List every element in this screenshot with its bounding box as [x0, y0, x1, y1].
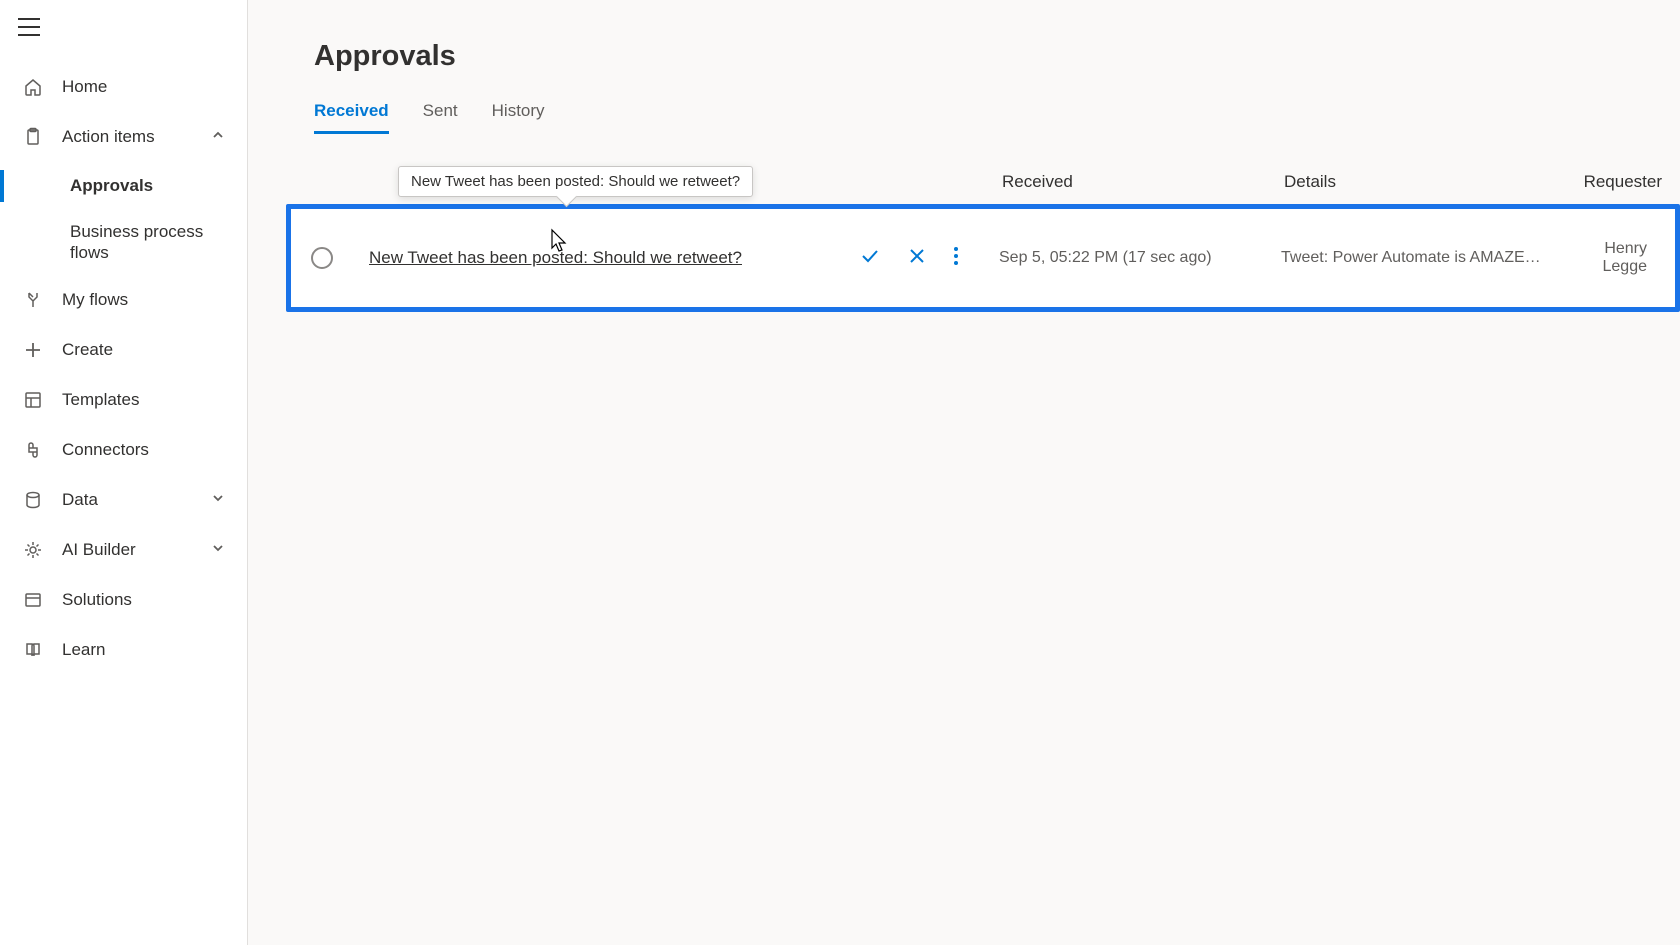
- tab-received[interactable]: Received: [314, 101, 389, 134]
- reject-icon[interactable]: [907, 246, 927, 271]
- sidebar-item-label: Data: [62, 490, 98, 510]
- main-content: Approvals Received Sent History RequestR…: [248, 0, 1680, 945]
- row-select-radio[interactable]: [311, 247, 333, 269]
- hamburger-icon: [18, 18, 40, 36]
- approval-title-link[interactable]: New Tweet has been posted: Should we ret…: [369, 248, 742, 268]
- chevron-down-icon: [211, 490, 225, 510]
- sidebar-item-ai-builder[interactable]: AI Builder: [0, 525, 247, 575]
- sidebar-item-label: Home: [62, 77, 107, 97]
- table-row[interactable]: New Tweet has been posted: Should we ret…: [291, 209, 1675, 307]
- sidebar-item-learn[interactable]: Learn: [0, 625, 247, 675]
- column-header-details[interactable]: Details: [1284, 172, 1562, 192]
- sidebar-item-my-flows[interactable]: My flows: [0, 275, 247, 325]
- clipboard-icon: [22, 126, 44, 148]
- sidebar-item-templates[interactable]: Templates: [0, 375, 247, 425]
- approvals-table: RequestRe Received Details Requester New…: [248, 172, 1680, 312]
- sidebar-item-action-items[interactable]: Action items: [0, 112, 247, 162]
- sidebar-item-label: Action items: [62, 127, 155, 147]
- sidebar: Home Action items Approvals Business pro…: [0, 0, 248, 945]
- database-icon: [22, 489, 44, 511]
- sidebar-item-connectors[interactable]: Connectors: [0, 425, 247, 475]
- sidebar-item-label: My flows: [62, 290, 128, 310]
- more-actions-icon[interactable]: [953, 245, 959, 272]
- sidebar-item-data[interactable]: Data: [0, 475, 247, 525]
- sidebar-item-create[interactable]: Create: [0, 325, 247, 375]
- flow-icon: [22, 289, 44, 311]
- sidebar-item-label: Create: [62, 340, 113, 360]
- tab-history[interactable]: History: [492, 101, 545, 134]
- sidebar-item-label: Learn: [62, 640, 105, 660]
- sidebar-item-solutions[interactable]: Solutions: [0, 575, 247, 625]
- approve-icon[interactable]: [859, 245, 881, 272]
- row-details: Tweet: Power Automate is AMAZEBA...: [1281, 249, 1559, 267]
- tab-sent[interactable]: Sent: [423, 101, 458, 134]
- hamburger-menu[interactable]: [0, 6, 247, 48]
- sidebar-item-label: Business process flows: [70, 222, 220, 263]
- tooltip: New Tweet has been posted: Should we ret…: [398, 166, 753, 197]
- templates-icon: [22, 389, 44, 411]
- row-requester: Henry Legge: [1559, 240, 1675, 276]
- plus-icon: [22, 339, 44, 361]
- nav: Home Action items Approvals Business pro…: [0, 62, 247, 675]
- sidebar-item-label: AI Builder: [62, 540, 136, 560]
- sidebar-item-approvals[interactable]: Approvals: [0, 162, 247, 210]
- row-received: Sep 5, 05:22 PM (17 sec ago): [999, 249, 1281, 267]
- chevron-down-icon: [211, 540, 225, 560]
- highlighted-row: New Tweet has been posted: Should we ret…: [286, 204, 1680, 312]
- column-header-requester[interactable]: Requester: [1562, 172, 1680, 192]
- book-icon: [22, 639, 44, 661]
- solutions-icon: [22, 589, 44, 611]
- tabs: Received Sent History: [314, 101, 1680, 134]
- page-title: Approvals: [314, 40, 1680, 73]
- sidebar-item-label: Solutions: [62, 590, 132, 610]
- sidebar-item-label: Connectors: [62, 440, 149, 460]
- connectors-icon: [22, 439, 44, 461]
- sidebar-item-label: Templates: [62, 390, 139, 410]
- home-icon: [22, 76, 44, 98]
- sidebar-item-label: Approvals: [70, 176, 153, 196]
- ai-icon: [22, 539, 44, 561]
- sidebar-item-home[interactable]: Home: [0, 62, 247, 112]
- chevron-up-icon: [211, 127, 225, 147]
- sidebar-item-business-process-flows[interactable]: Business process flows: [0, 210, 247, 275]
- column-header-received[interactable]: Received: [1002, 172, 1284, 192]
